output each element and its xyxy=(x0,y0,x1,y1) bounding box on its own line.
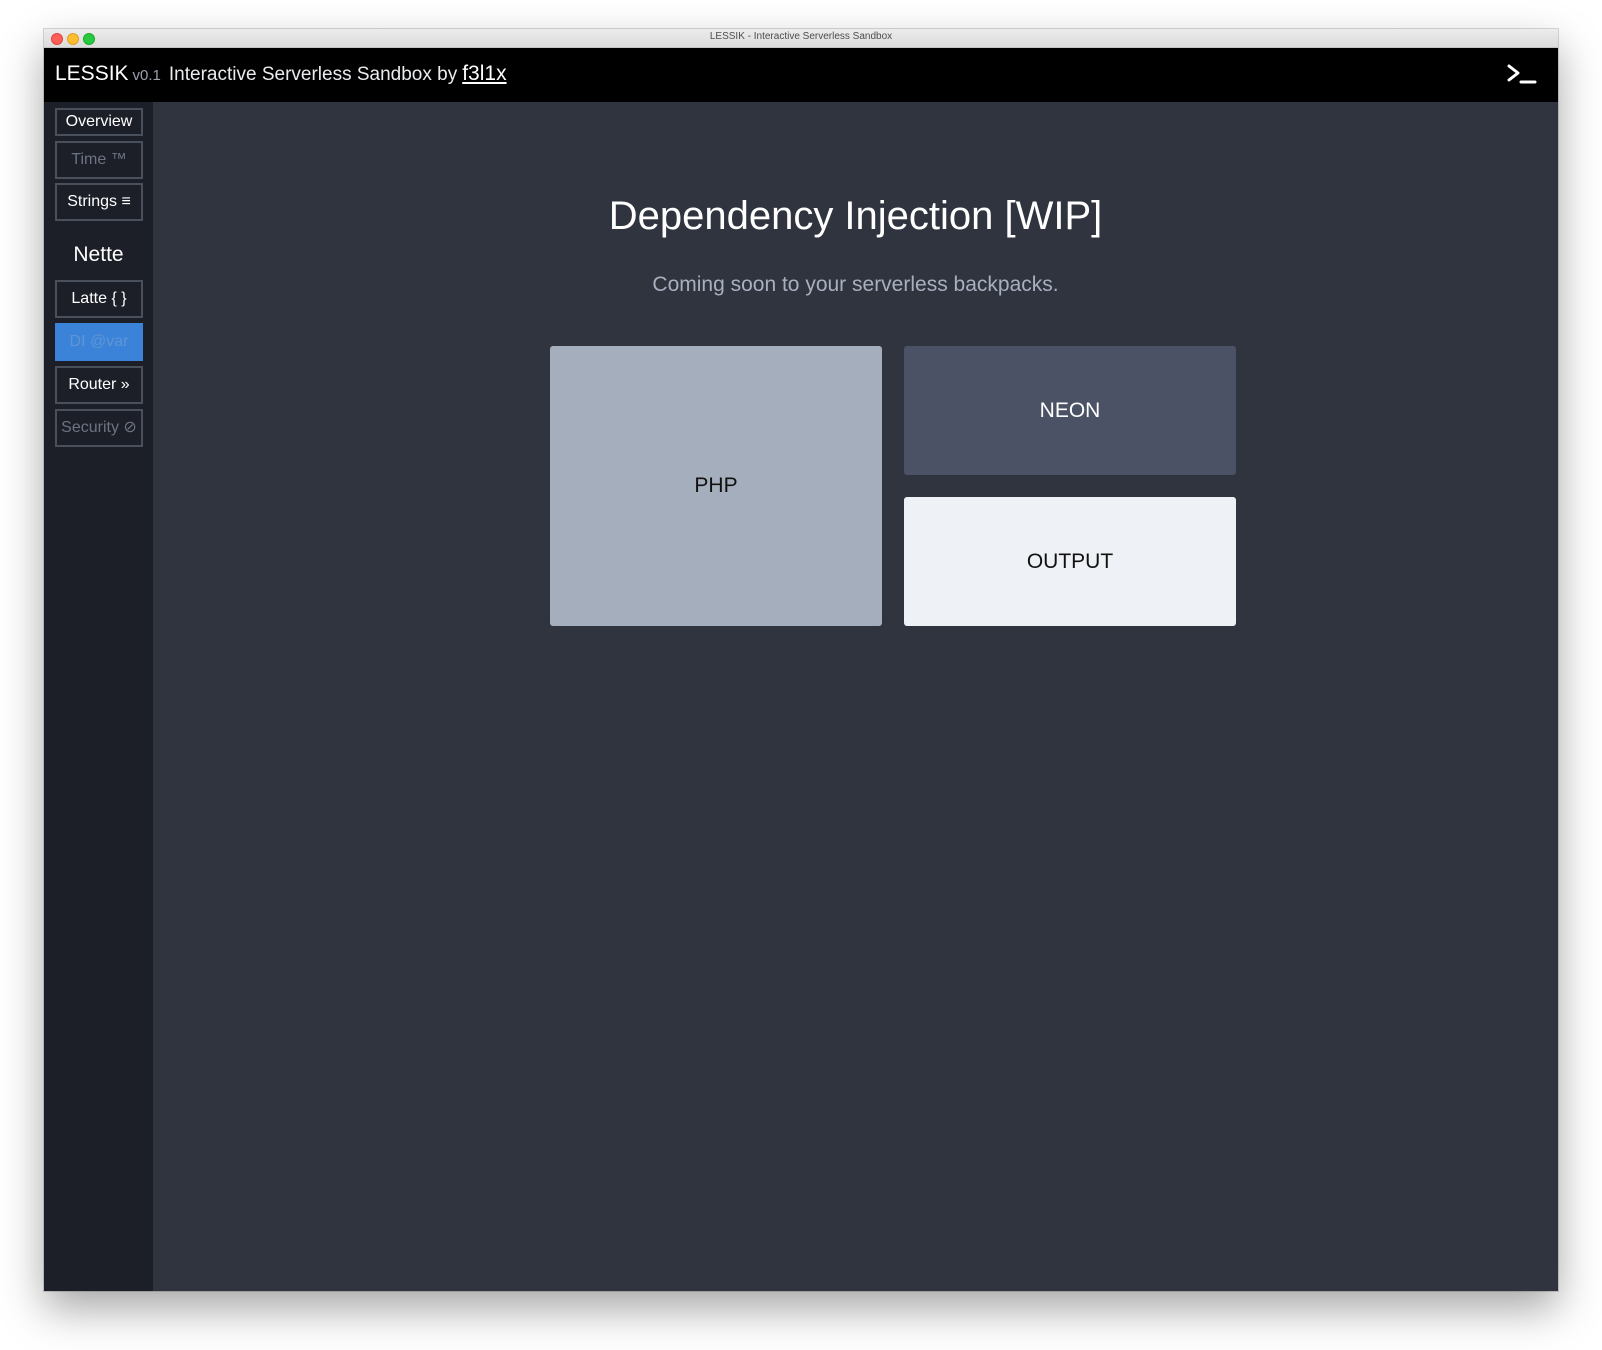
app-header: LESSIK v0.1 Interactive Serverless Sandbox… xyxy=(44,48,1558,102)
terminal-prompt-icon[interactable] xyxy=(1506,62,1538,88)
nav-latte-button[interactable]: Latte { } xyxy=(55,280,143,318)
brand: LESSIK v0.1 Interactive Serverless Sandbox… xyxy=(55,62,507,86)
window-title: LESSIK - Interactive Serverless Sandbox xyxy=(709,31,893,42)
output-panel-label: OUTPUT xyxy=(1026,549,1114,573)
nav-router-button[interactable]: Router » xyxy=(55,366,143,404)
author-link[interactable]: f3l1x xyxy=(462,62,506,85)
nav-di-button[interactable]: DI @var xyxy=(55,323,143,361)
brand-name: LESSIK xyxy=(55,62,129,85)
window-titlebar: LESSIK - Interactive Serverless Sandbox xyxy=(44,29,1558,48)
nav-section-heading: Nette xyxy=(73,243,124,266)
nav-overview-button[interactable]: Overview xyxy=(55,108,143,136)
page-subtitle: Coming soon to your serverless backpacks… xyxy=(652,273,1059,296)
php-panel-label: PHP xyxy=(694,474,738,497)
output-panel: OUTPUT xyxy=(904,497,1236,626)
nav-time-button[interactable]: Time ™ xyxy=(55,141,143,179)
nav-strings-button[interactable]: Strings ≡ xyxy=(55,183,143,221)
page-title: Dependency Injection [WIP] xyxy=(608,194,1103,238)
tagline: Interactive Serverless Sandbox by xyxy=(168,64,458,85)
main-content: Dependency Injection [WIP] Coming soon t… xyxy=(153,102,1558,1291)
app-window: LESSIK - Interactive Serverless Sandbox … xyxy=(44,29,1558,1291)
neon-panel-label: NEON xyxy=(1039,398,1101,422)
neon-editor-panel[interactable]: NEON xyxy=(904,346,1236,475)
sidebar: Overview Time ™ Strings ≡ Nette Latte { … xyxy=(44,102,153,1291)
php-editor-panel[interactable]: PHP xyxy=(550,346,882,626)
version-label: v0.1 xyxy=(132,67,161,84)
nav-security-button[interactable]: Security ⊘ xyxy=(55,409,143,447)
